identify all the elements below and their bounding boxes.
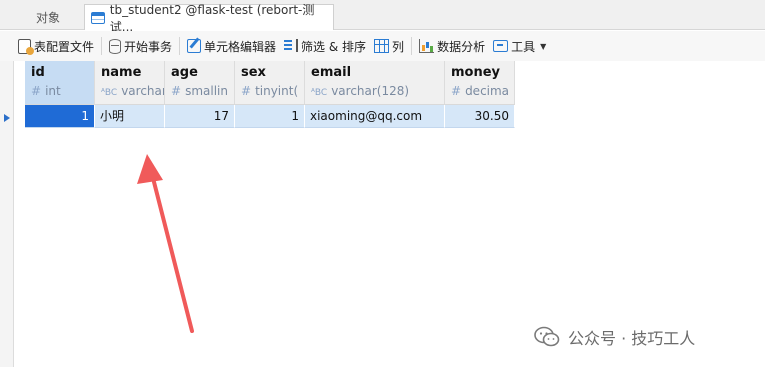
filter-sort-label: 筛选 & 排序	[301, 39, 367, 54]
filter-sort-button[interactable]: 筛选 & 排序	[280, 34, 370, 58]
watermark: 公众号 · 技巧工人	[534, 324, 695, 350]
config-file-icon	[18, 38, 34, 55]
tab-objects[interactable]: 对象	[14, 4, 82, 30]
columns-button[interactable]: 列	[370, 34, 408, 58]
tab-table-tb-student2[interactable]: tb_student2 @flask-test (rebort-测试...	[84, 3, 334, 34]
numeric-type-icon: #	[241, 84, 252, 98]
row-gutter	[0, 61, 14, 367]
cell-name[interactable]: 小明	[95, 105, 165, 128]
text-type-icon: ᴬBC	[311, 88, 328, 98]
cell-editor-label: 单元格编辑器	[204, 39, 277, 54]
edit-icon	[187, 39, 202, 53]
column-header-money[interactable]: money # decima	[445, 61, 515, 105]
toolbar-divider	[101, 37, 103, 55]
cell-email[interactable]: xiaoming@qq.com	[305, 105, 445, 128]
column-header-id[interactable]: id # int	[25, 61, 95, 105]
tab-objects-label: 对象	[35, 10, 60, 25]
columns-label: 列	[392, 39, 405, 54]
columns-icon	[374, 39, 390, 53]
data-analysis-label: 数据分析	[437, 39, 486, 54]
column-type: smallin	[185, 84, 228, 98]
column-header-sex[interactable]: sex # tinyint(	[235, 61, 305, 105]
current-row-marker-icon	[2, 111, 12, 125]
watermark-text: 公众号 · 技巧工人	[568, 329, 696, 348]
column-type: tinyint(	[255, 84, 299, 98]
column-name: age	[171, 65, 198, 80]
tools-dropdown[interactable]: 工具 ▼	[489, 34, 550, 58]
begin-transaction-label: 开始事务	[124, 39, 173, 54]
numeric-type-icon: #	[451, 84, 462, 98]
database-icon	[109, 38, 122, 54]
column-type: decima	[465, 84, 510, 98]
column-type: varchar(128)	[331, 84, 410, 98]
tools-label: 工具	[511, 39, 536, 54]
numeric-type-icon: #	[31, 84, 42, 98]
cell-money[interactable]: 30.50	[445, 105, 515, 128]
begin-transaction-button[interactable]: 开始事务	[105, 34, 176, 58]
tools-icon	[493, 40, 509, 52]
column-header-age[interactable]: age # smallin	[165, 61, 235, 105]
toolbar-divider	[411, 37, 413, 55]
column-header-name[interactable]: name ᴬBC varchar	[95, 61, 165, 105]
data-analysis-button[interactable]: 数据分析	[415, 34, 489, 58]
column-name: email	[311, 65, 352, 80]
cell-age[interactable]: 17	[165, 105, 235, 128]
cell-sex[interactable]: 1	[235, 105, 305, 128]
tab-active-label: tb_student2 @flask-test (rebort-测试...	[109, 2, 315, 34]
table-config-button[interactable]: 表配置文件	[14, 34, 98, 58]
toolbar-divider	[179, 37, 181, 55]
tab-bar: 对象 tb_student2 @flask-test (rebort-测试...	[0, 0, 765, 34]
cell-id[interactable]: 1	[25, 105, 95, 128]
bar-chart-icon	[419, 39, 435, 53]
filter-sort-icon	[284, 39, 299, 53]
column-name: id	[31, 65, 45, 80]
text-type-icon: ᴬBC	[101, 88, 118, 98]
wechat-icon	[534, 326, 560, 347]
table-icon	[91, 11, 105, 24]
cell-editor-button[interactable]: 单元格编辑器	[183, 34, 280, 58]
chevron-down-icon: ▼	[540, 41, 547, 51]
table-config-label: 表配置文件	[34, 39, 95, 54]
column-type: varchar	[121, 84, 165, 98]
data-grid: id # int name ᴬBC varchar age # smallin sex…	[0, 61, 765, 367]
column-type: int	[45, 84, 61, 98]
numeric-type-icon: #	[171, 84, 182, 98]
column-header-email[interactable]: email ᴬBC varchar(128)	[305, 61, 445, 105]
column-name: name	[101, 65, 142, 80]
toolbar: 表配置文件 开始事务 单元格编辑器 筛选 & 排序 列 数据分析 工具 ▼	[0, 31, 765, 61]
column-name: sex	[241, 65, 266, 80]
column-name: money	[451, 65, 501, 80]
